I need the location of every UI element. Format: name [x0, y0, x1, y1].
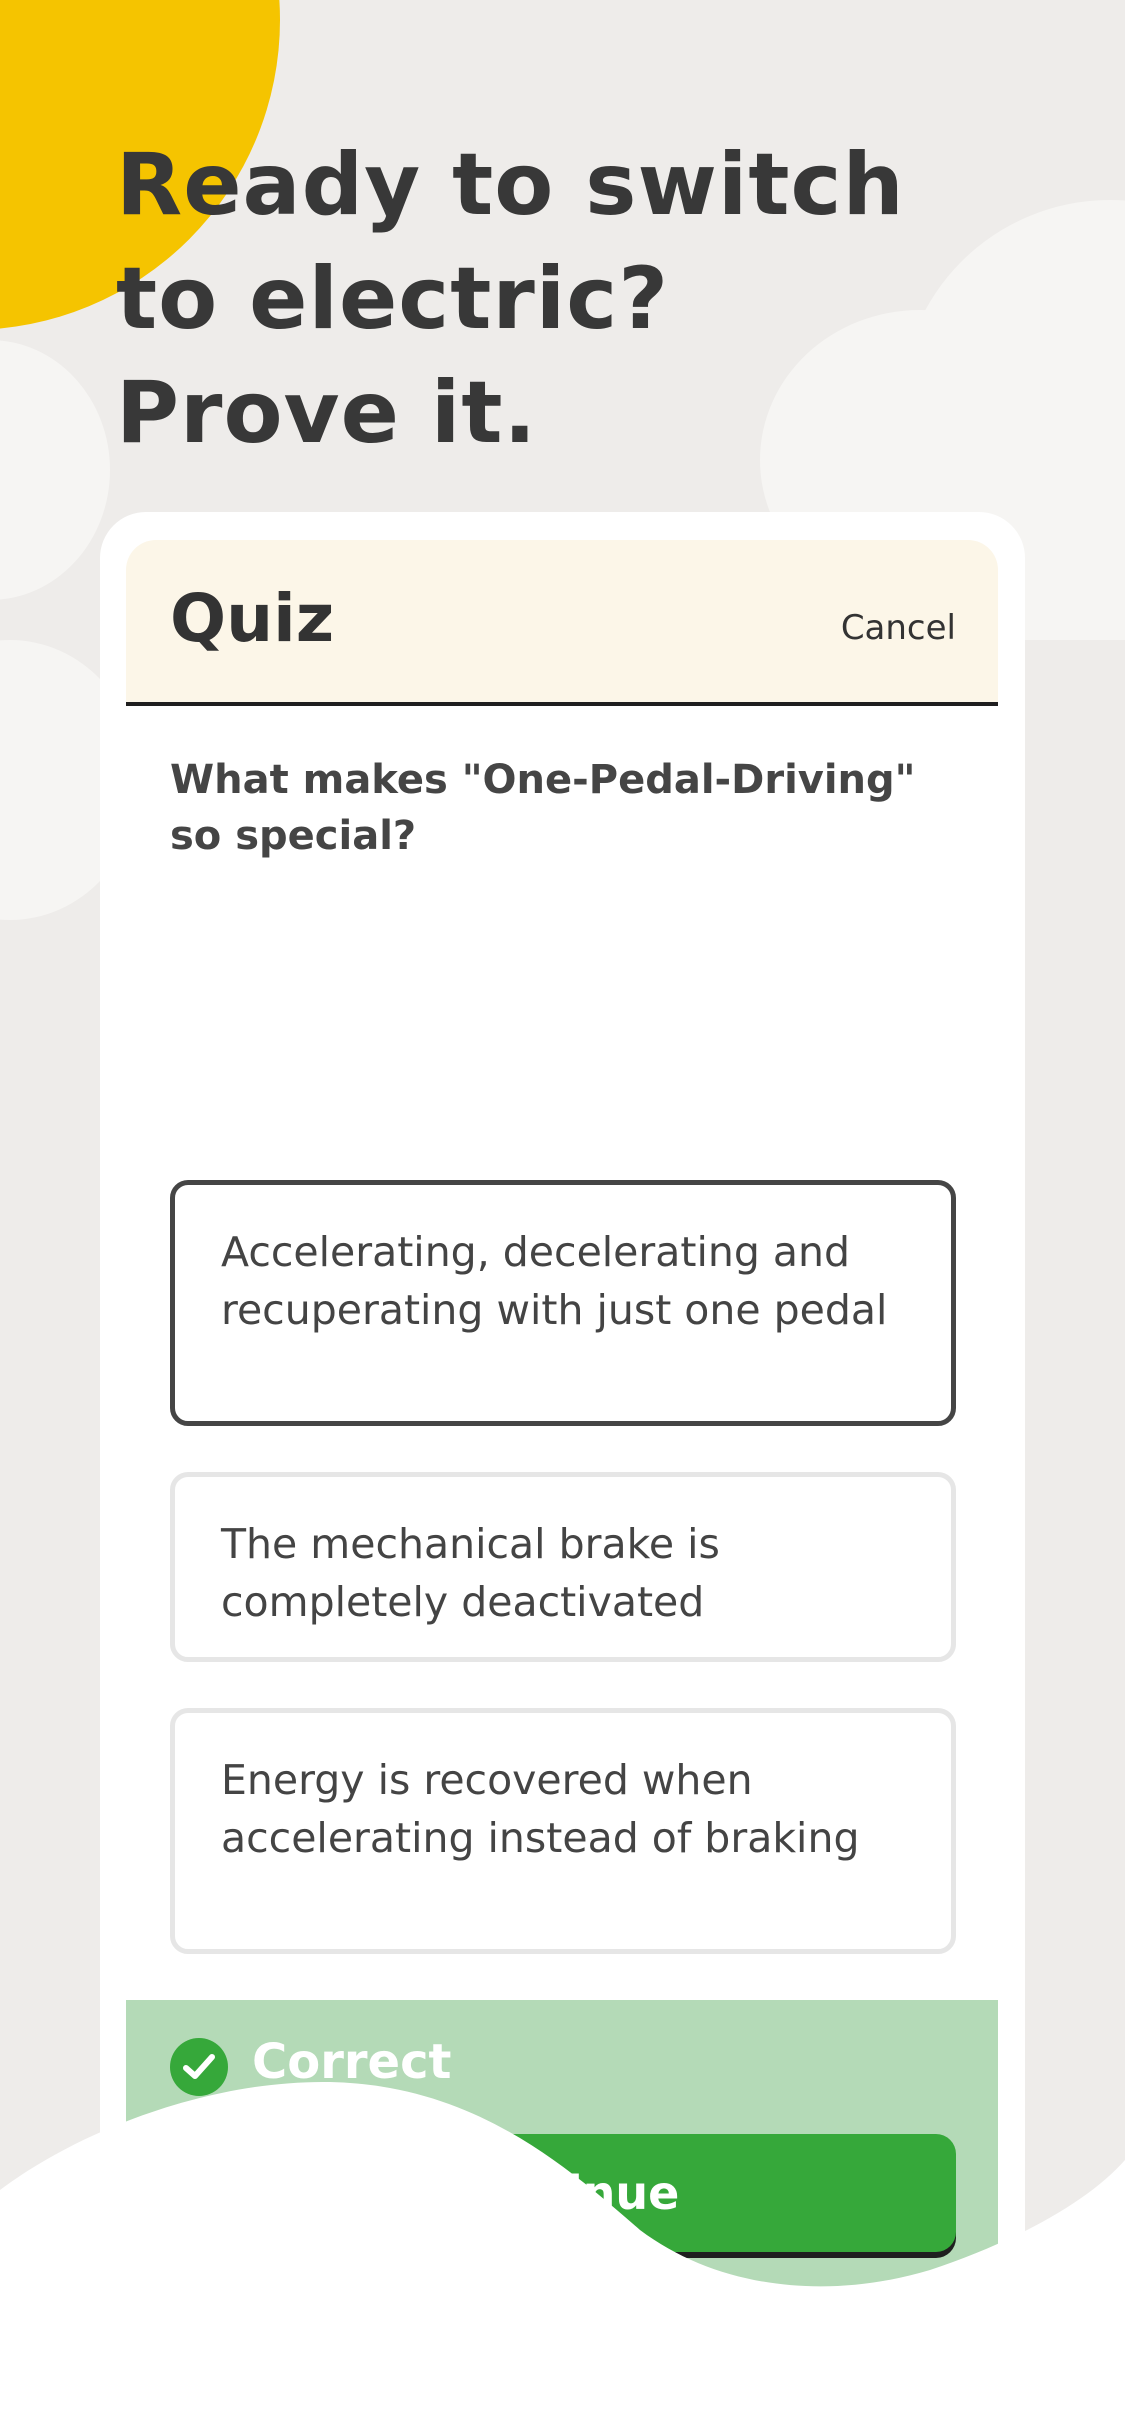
- quiz-title: Quiz: [170, 580, 335, 657]
- answer-option-label: Accelerating, decelerating and recuperat…: [221, 1228, 888, 1334]
- headline: Ready to switch to electric? Prove it.: [116, 128, 905, 470]
- check-circle-icon: [170, 2038, 228, 2096]
- headline-line-3: Prove it.: [116, 363, 538, 463]
- headline-line-1: Ready to switch: [116, 135, 905, 235]
- cancel-button[interactable]: Cancel: [841, 608, 956, 648]
- feedback-panel: Correct Continue: [126, 2000, 998, 2320]
- answer-option-label: The mechanical brake is completely deact…: [221, 1520, 720, 1626]
- continue-button[interactable]: Continue: [170, 2134, 956, 2252]
- answer-option-3[interactable]: Energy is recovered when accelerating in…: [170, 1708, 956, 1954]
- answer-option-label: Energy is recovered when accelerating in…: [221, 1756, 860, 1862]
- cloud-left: [0, 340, 110, 600]
- quiz-header: Quiz Cancel: [126, 540, 998, 706]
- answer-option-1[interactable]: Accelerating, decelerating and recuperat…: [170, 1180, 956, 1426]
- question-text: What makes "One-Pedal-Driving" so specia…: [170, 757, 916, 859]
- answer-option-2[interactable]: The mechanical brake is completely deact…: [170, 1472, 956, 1662]
- feedback-label: Correct: [252, 2034, 452, 2090]
- headline-line-2: to electric?: [116, 249, 670, 349]
- quiz-card: Quiz Cancel What makes "One-Pedal-Drivin…: [126, 540, 998, 2320]
- continue-button-label: Continue: [446, 2166, 680, 2220]
